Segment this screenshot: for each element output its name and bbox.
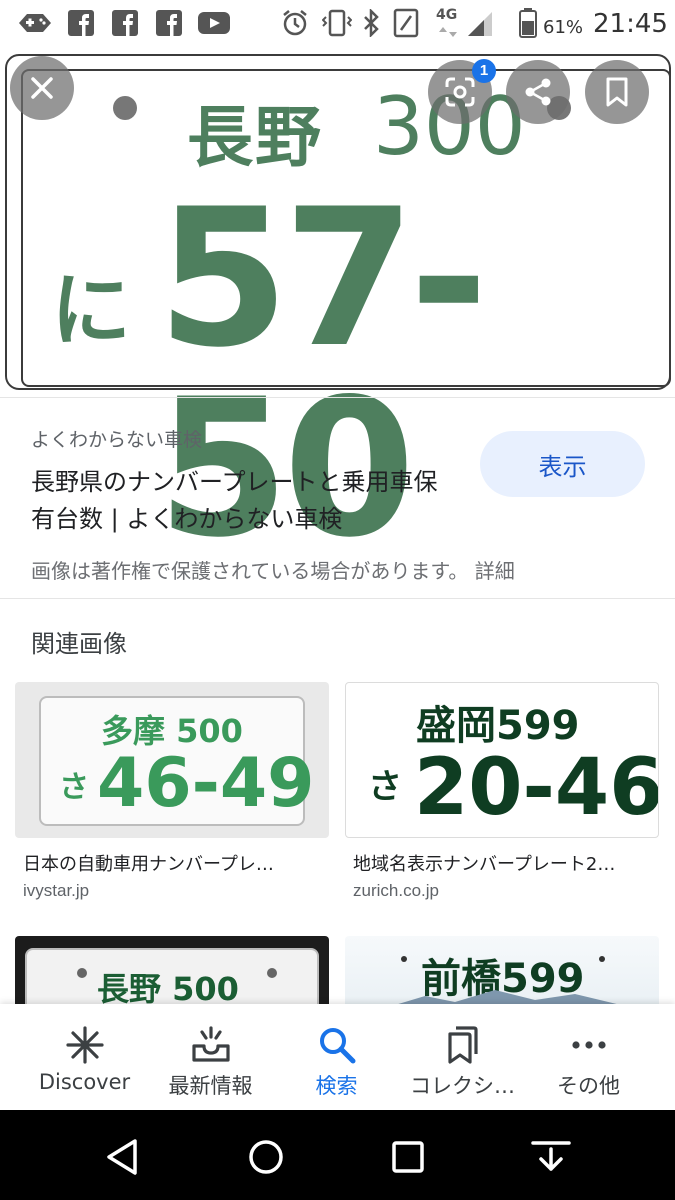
view-button[interactable]: 表示 bbox=[480, 431, 645, 497]
home-button[interactable] bbox=[241, 1132, 291, 1182]
game-controller-icon bbox=[19, 14, 51, 32]
facebook-icon bbox=[68, 10, 94, 36]
image-preview[interactable]: 長野 300 に 57-50 1 bbox=[0, 50, 675, 564]
plate-thumbnail: 多摩 500 さ 46-49 bbox=[39, 696, 314, 826]
search-icon bbox=[320, 1028, 356, 1064]
back-icon bbox=[107, 1139, 137, 1175]
asterisk-icon bbox=[66, 1026, 104, 1064]
license-plate-image: 長野 300 に 57-50 bbox=[5, 54, 671, 564]
keyboard-hide-button[interactable] bbox=[526, 1132, 576, 1182]
related-image-thumb[interactable]: 多摩 500 さ 46-49 bbox=[15, 682, 329, 838]
plate-kana: さ bbox=[59, 770, 89, 805]
keyboard-hide-icon bbox=[531, 1141, 571, 1171]
copyright-notice[interactable]: 画像は著作権で保護されている場合があります。 詳細 bbox=[31, 555, 515, 584]
nav-more[interactable]: その他 bbox=[521, 1004, 656, 1110]
share-button[interactable] bbox=[506, 60, 570, 124]
network-type: 4G bbox=[436, 7, 458, 23]
related-image-host: zurich.co.jp bbox=[353, 881, 439, 900]
bookmark-icon bbox=[606, 77, 628, 107]
close-icon bbox=[31, 77, 53, 99]
related-image-title[interactable]: 日本の自動車用ナンバープレ… bbox=[23, 850, 323, 876]
home-icon bbox=[249, 1140, 283, 1174]
google-lens-icon bbox=[445, 77, 475, 107]
clock: 21:45 bbox=[593, 9, 668, 39]
signal-icon bbox=[468, 12, 492, 36]
related-image-card[interactable]: 前橋599 bbox=[345, 936, 659, 1004]
status-bar: 4G 61% 21:45 bbox=[0, 0, 675, 50]
plate-region-text: 長野 500 bbox=[97, 970, 239, 1004]
plate-serial-number: 20-46 bbox=[414, 743, 659, 833]
save-button[interactable] bbox=[585, 60, 649, 124]
source-site[interactable]: よくわからない車検 bbox=[31, 425, 202, 452]
vibrate-icon bbox=[322, 9, 352, 37]
alarm-icon bbox=[283, 10, 307, 36]
plate-thumbnail: 長野 500 bbox=[25, 948, 319, 1004]
plate-bolt bbox=[599, 956, 605, 962]
related-image-title[interactable]: 地域名表示ナンバープレート2… bbox=[353, 850, 653, 876]
lens-badge: 1 bbox=[472, 59, 496, 83]
collections-icon bbox=[448, 1026, 478, 1064]
nav-label: Discover bbox=[38, 1070, 131, 1094]
share-icon bbox=[525, 78, 551, 106]
facebook-icon bbox=[156, 10, 182, 36]
inbox-update-icon bbox=[192, 1026, 230, 1062]
recents-button[interactable] bbox=[383, 1132, 433, 1182]
bluetooth-icon bbox=[364, 9, 379, 37]
section-divider bbox=[0, 598, 675, 599]
result-title[interactable]: 長野県のナンバープレートと乗用車保有台数 | よくわからない車検 bbox=[31, 464, 451, 538]
plate-bolt bbox=[267, 968, 277, 978]
battery-icon bbox=[519, 8, 537, 38]
back-button[interactable] bbox=[98, 1132, 148, 1182]
nfc-icon bbox=[393, 8, 419, 38]
youtube-icon bbox=[198, 12, 230, 34]
related-image-host: ivystar.jp bbox=[23, 881, 90, 900]
plate-bolt bbox=[77, 968, 87, 978]
related-image-card[interactable]: 盛岡599 さ 20-46 地域名表示ナンバープレート2… zurich.co.… bbox=[345, 682, 659, 900]
nav-label: その他 bbox=[557, 1074, 620, 1098]
more-dots-icon bbox=[572, 1041, 606, 1049]
facebook-icon bbox=[112, 10, 138, 36]
related-image-thumb[interactable]: 前橋599 bbox=[345, 936, 659, 1004]
plate-bolt bbox=[113, 96, 137, 120]
plate-region-text: 長野 bbox=[187, 99, 323, 176]
nav-label: 最新情報 bbox=[168, 1074, 253, 1098]
battery-percent: 61% bbox=[543, 17, 584, 38]
plate-serial-number: 46-49 bbox=[97, 744, 315, 823]
system-navigation-bar bbox=[0, 1110, 675, 1200]
related-image-thumb[interactable]: 盛岡599 さ 20-46 bbox=[345, 682, 659, 838]
related-image-card[interactable]: 長野 500 bbox=[15, 936, 329, 1004]
recents-icon bbox=[392, 1141, 424, 1173]
related-image-thumb[interactable]: 長野 500 bbox=[15, 936, 329, 1004]
close-button[interactable] bbox=[10, 56, 74, 120]
related-image-card[interactable]: 多摩 500 さ 46-49 日本の自動車用ナンバープレ… ivystar.jp bbox=[15, 682, 329, 900]
mountain-illustration bbox=[398, 990, 617, 1004]
nav-label: コレクシ… bbox=[410, 1074, 515, 1098]
plate-kana: さ bbox=[368, 767, 402, 807]
nav-discover[interactable]: Discover bbox=[17, 1004, 152, 1110]
result-info: よくわからない車検 長野県のナンバープレートと乗用車保有台数 | よくわからない… bbox=[0, 397, 675, 597]
data-arrows-icon bbox=[439, 27, 457, 37]
plate-bolt bbox=[401, 956, 407, 962]
plate-kana: に bbox=[51, 263, 131, 357]
related-images-heading: 関連画像 bbox=[31, 630, 127, 658]
nav-collections[interactable]: コレクシ… bbox=[395, 1004, 530, 1110]
nav-search[interactable]: 検索 bbox=[269, 1004, 404, 1110]
nav-updates[interactable]: 最新情報 bbox=[143, 1004, 278, 1110]
bottom-navigation: Discover 最新情報 検索 コレクシ… その他 bbox=[0, 1004, 675, 1110]
nav-label: 検索 bbox=[315, 1074, 358, 1098]
